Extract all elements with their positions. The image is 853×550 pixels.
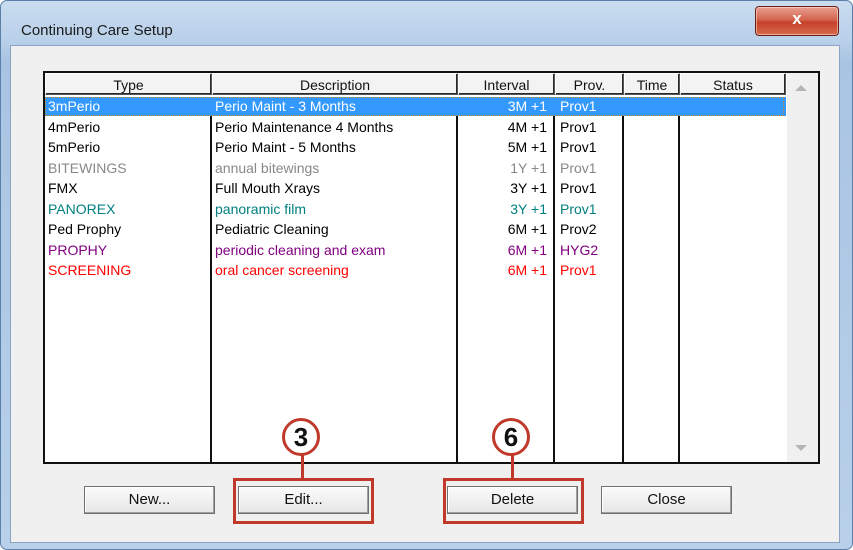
- close-icon: x: [792, 9, 802, 28]
- cell-description: panoramic film: [215, 200, 307, 217]
- cell-type: PANOREX: [48, 200, 116, 217]
- cell-time: [627, 159, 675, 178]
- close-button[interactable]: Close: [601, 486, 732, 514]
- cell-interval: 1Y +1: [510, 159, 547, 176]
- cell-prov: Prov2: [560, 221, 597, 237]
- cell-interval: 5M +1: [507, 139, 547, 155]
- column-header-status[interactable]: Status: [680, 73, 786, 95]
- cell-prov: Prov1: [560, 262, 597, 278]
- cell-type: 5mPerio: [48, 139, 101, 155]
- delete-step-marker: 6: [492, 418, 530, 456]
- edit-step-marker: 3: [282, 418, 320, 456]
- cell-description: oral cancer screening: [215, 262, 349, 278]
- cell-interval: 6M +1: [507, 262, 547, 278]
- column-header-prov[interactable]: Prov.: [555, 73, 624, 95]
- edit-callout-box: [233, 478, 374, 524]
- table-row[interactable]: 4mPerio Perio Maintenance 4 Months 4M +1 Pr…: [45, 118, 786, 137]
- cell-prov: Prov1: [560, 180, 597, 196]
- cell-description: annual bitewings: [215, 159, 320, 176]
- selection-focus-rect: [45, 97, 784, 116]
- cell-description: Perio Maintenance 4 Months: [215, 118, 394, 135]
- cell-time: [627, 118, 675, 137]
- list-header: Type Description Interval Prov. Time Sta…: [45, 73, 786, 97]
- table-row[interactable]: PANOREX panoramic film 3Y +1 Prov1: [45, 200, 786, 219]
- cell-prov: Prov1: [560, 118, 597, 135]
- cell-type: 4mPerio: [48, 118, 101, 135]
- table-row[interactable]: SCREENING oral cancer screening 6M +1 Prov1: [45, 261, 786, 280]
- window-title: Continuing Care Setup: [21, 22, 173, 39]
- cell-prov: HYG2: [560, 241, 599, 258]
- cell-status: [683, 138, 783, 157]
- column-header-time[interactable]: Time: [624, 73, 680, 95]
- table-row[interactable]: 3mPerio Perio Maint - 3 Months 3M +1 Prov1: [45, 97, 786, 116]
- column-header-type[interactable]: Type: [45, 73, 212, 95]
- table-row[interactable]: PROPHY periodic cleaning and exam 6M +1 HYG…: [45, 241, 786, 260]
- edit-callout-line: [301, 453, 304, 479]
- cell-type: SCREENING: [48, 262, 132, 278]
- cell-interval: 6M +1: [507, 241, 547, 258]
- dialog-client-area: Type Description Interval Prov. Time Sta…: [10, 45, 840, 543]
- cell-status: [683, 118, 783, 137]
- vertical-scrollbar[interactable]: [787, 73, 818, 462]
- cell-time: [627, 138, 675, 157]
- table-row[interactable]: Ped Prophy Pediatric Cleaning 6M +1 Prov2: [45, 220, 786, 239]
- cell-time: [627, 200, 675, 219]
- cell-prov: Prov1: [560, 200, 597, 217]
- cell-description: Perio Maint - 5 Months: [215, 139, 356, 155]
- delete-callout-box: [443, 478, 584, 524]
- table-row[interactable]: BITEWINGS annual bitewings 1Y +1 Prov1: [45, 159, 786, 178]
- cell-interval: 3Y +1: [510, 180, 547, 196]
- cell-description: periodic cleaning and exam: [215, 241, 386, 258]
- delete-callout-line: [511, 453, 514, 479]
- table-row[interactable]: FMX Full Mouth Xrays 3Y +1 Prov1: [45, 179, 786, 198]
- cell-type: PROPHY: [48, 241, 108, 258]
- cell-time: [627, 179, 675, 198]
- cell-time: [627, 220, 675, 239]
- cell-status: [683, 261, 783, 280]
- new-button[interactable]: New...: [84, 486, 215, 514]
- scroll-down-arrow-icon[interactable]: [795, 445, 807, 451]
- cell-description: Full Mouth Xrays: [215, 180, 321, 196]
- cell-status: [683, 200, 783, 219]
- cell-status: [683, 159, 783, 178]
- cell-interval: 3Y +1: [510, 200, 547, 217]
- recall-type-list[interactable]: Type Description Interval Prov. Time Sta…: [43, 71, 820, 464]
- scroll-up-arrow-icon[interactable]: [795, 85, 807, 91]
- cell-prov: Prov1: [560, 159, 597, 176]
- close-window-button[interactable]: x: [755, 6, 839, 36]
- table-row[interactable]: 5mPerio Perio Maint - 5 Months 5M +1 Prov1: [45, 138, 786, 157]
- cell-type: FMX: [48, 180, 78, 196]
- column-header-interval[interactable]: Interval: [458, 73, 555, 95]
- cell-description: Pediatric Cleaning: [215, 221, 329, 237]
- cell-time: [627, 241, 675, 260]
- cell-status: [683, 179, 783, 198]
- cell-status: [683, 220, 783, 239]
- cell-type: BITEWINGS: [48, 159, 127, 176]
- cell-interval: 4M +1: [507, 118, 547, 135]
- column-header-description[interactable]: Description: [212, 73, 458, 95]
- cell-type: Ped Prophy: [48, 221, 122, 237]
- cell-prov: Prov1: [560, 139, 597, 155]
- cell-status: [683, 241, 783, 260]
- cell-time: [627, 261, 675, 280]
- cell-interval: 6M +1: [507, 221, 547, 237]
